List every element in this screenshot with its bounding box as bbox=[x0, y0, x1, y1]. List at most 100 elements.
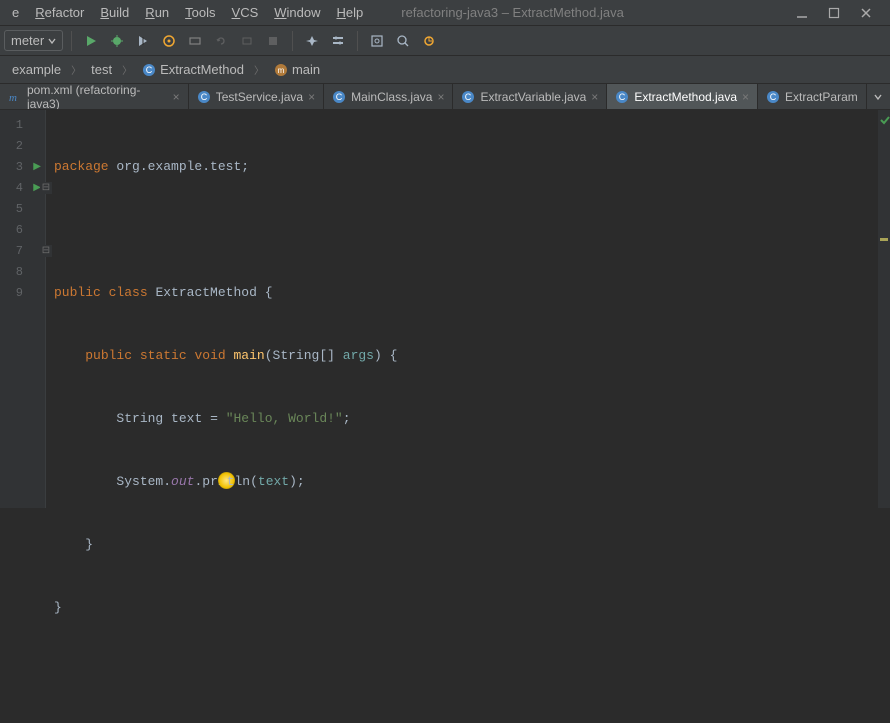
code-area[interactable]: package org.example.test; public class E… bbox=[46, 110, 878, 508]
window-controls bbox=[796, 7, 886, 19]
tab-mainclass[interactable]: C MainClass.java × bbox=[324, 84, 453, 109]
search-icon[interactable] bbox=[392, 30, 414, 52]
tab-testservice[interactable]: C TestService.java × bbox=[189, 84, 324, 109]
run-config-label: meter bbox=[11, 33, 44, 48]
code-line: } bbox=[54, 597, 878, 618]
class-icon: C bbox=[197, 90, 211, 104]
profile-button[interactable] bbox=[158, 30, 180, 52]
menu-refactor[interactable]: Refactor bbox=[27, 2, 92, 23]
menu-run[interactable]: Run bbox=[137, 2, 177, 23]
minimize-button[interactable] bbox=[796, 7, 808, 19]
menu-tools[interactable]: Tools bbox=[177, 2, 223, 23]
gutter-line: 4▶⊟ bbox=[0, 177, 45, 198]
svg-text:C: C bbox=[200, 92, 207, 102]
code-editor[interactable]: 1 2 3▶ 4▶⊟ 5 6 7⊟ 8 9 package org.exampl… bbox=[0, 110, 890, 508]
code-line: package org.example.test; bbox=[54, 156, 878, 177]
tab-pom[interactable]: m pom.xml (refactoring-java3) × bbox=[0, 84, 189, 109]
editor-tabs: m pom.xml (refactoring-java3) × C TestSe… bbox=[0, 84, 890, 110]
class-icon: C bbox=[142, 63, 156, 77]
svg-text:C: C bbox=[146, 65, 153, 75]
rerun-button[interactable] bbox=[210, 30, 232, 52]
code-line bbox=[54, 660, 878, 681]
close-icon[interactable]: × bbox=[437, 90, 444, 104]
menu-bar: e Refactor Build Run Tools VCS Window He… bbox=[0, 0, 890, 26]
breadcrumb-class[interactable]: C ExtractMethod bbox=[136, 60, 250, 79]
run-button[interactable] bbox=[80, 30, 102, 52]
code-line: System.out.pritln(text); bbox=[54, 471, 878, 492]
class-icon: C bbox=[461, 90, 475, 104]
close-button[interactable] bbox=[860, 7, 872, 19]
chevron-right-icon: 〉 bbox=[120, 62, 134, 77]
gutter-line: 9 bbox=[0, 282, 45, 303]
analysis-ok-icon bbox=[879, 114, 890, 126]
separator bbox=[292, 31, 293, 51]
maximize-button[interactable] bbox=[828, 7, 840, 19]
menu-build[interactable]: Build bbox=[92, 2, 137, 23]
gutter-line: 8 bbox=[0, 261, 45, 282]
gutter-line: 7⊟ bbox=[0, 240, 45, 261]
tab-extractvariable[interactable]: C ExtractVariable.java × bbox=[453, 84, 607, 109]
method-icon: m bbox=[274, 63, 288, 77]
breadcrumb-method[interactable]: m main bbox=[268, 60, 326, 79]
breadcrumb-label: main bbox=[292, 62, 320, 77]
code-line: String text = "Hello, World!"; bbox=[54, 408, 878, 429]
tab-label: ExtractVariable.java bbox=[480, 90, 586, 104]
svg-text:C: C bbox=[770, 92, 777, 102]
tab-extractmethod[interactable]: C ExtractMethod.java × bbox=[607, 84, 758, 109]
chevron-down-icon bbox=[48, 37, 56, 45]
updates-icon[interactable] bbox=[418, 30, 440, 52]
tab-label: TestService.java bbox=[216, 90, 303, 104]
attach-button[interactable] bbox=[184, 30, 206, 52]
run-config-selector[interactable]: meter bbox=[4, 30, 63, 51]
gutter-line: 2 bbox=[0, 135, 45, 156]
tab-label: ExtractParam bbox=[785, 90, 858, 104]
breadcrumb-label: test bbox=[91, 62, 112, 77]
svg-text:C: C bbox=[465, 92, 472, 102]
close-icon[interactable]: × bbox=[173, 90, 180, 104]
breadcrumb-test[interactable]: test bbox=[85, 60, 118, 79]
coverage-button[interactable] bbox=[132, 30, 154, 52]
code-line: public static void main(String[] args) { bbox=[54, 345, 878, 366]
run-gutter-icon[interactable]: ▶ bbox=[33, 161, 41, 173]
class-icon: C bbox=[766, 90, 780, 104]
gutter[interactable]: 1 2 3▶ 4▶⊟ 5 6 7⊟ 8 9 bbox=[0, 110, 46, 508]
tabs-overflow-button[interactable] bbox=[867, 84, 890, 109]
class-icon: C bbox=[332, 90, 346, 104]
close-icon[interactable]: × bbox=[591, 90, 598, 104]
breadcrumb-bar: example 〉 test 〉 C ExtractMethod 〉 m mai… bbox=[0, 56, 890, 84]
device-frame-icon[interactable] bbox=[366, 30, 388, 52]
code-line: public class ExtractMethod { bbox=[54, 282, 878, 303]
settings-icon[interactable] bbox=[327, 30, 349, 52]
gutter-line: 5 bbox=[0, 198, 45, 219]
tab-label: ExtractMethod.java bbox=[634, 90, 737, 104]
menu-window[interactable]: Window bbox=[266, 2, 328, 23]
class-icon: C bbox=[615, 90, 629, 104]
svg-text:m: m bbox=[278, 66, 285, 75]
maven-icon: m bbox=[8, 90, 22, 104]
svg-text:C: C bbox=[619, 92, 626, 102]
menu-vcs[interactable]: VCS bbox=[224, 2, 267, 23]
debug-button[interactable] bbox=[106, 30, 128, 52]
close-icon[interactable]: × bbox=[742, 90, 749, 104]
breadcrumb-example[interactable]: example bbox=[6, 60, 67, 79]
step-button[interactable] bbox=[236, 30, 258, 52]
code-line bbox=[54, 219, 878, 240]
tab-label: pom.xml (refactoring-java3) bbox=[27, 84, 168, 110]
breadcrumb-label: ExtractMethod bbox=[160, 62, 244, 77]
chevron-right-icon: 〉 bbox=[69, 62, 83, 77]
menu-truncated[interactable]: e bbox=[4, 2, 27, 23]
error-stripe[interactable] bbox=[878, 110, 890, 508]
gutter-line: 1 bbox=[0, 114, 45, 135]
separator bbox=[71, 31, 72, 51]
separator bbox=[357, 31, 358, 51]
svg-text:C: C bbox=[336, 92, 343, 102]
menu-help[interactable]: Help bbox=[329, 2, 372, 23]
close-icon[interactable]: × bbox=[308, 90, 315, 104]
svg-text:m: m bbox=[9, 92, 17, 104]
build-button[interactable] bbox=[301, 30, 323, 52]
stop-button[interactable] bbox=[262, 30, 284, 52]
chevron-right-icon: 〉 bbox=[252, 62, 266, 77]
stripe-marker[interactable] bbox=[880, 238, 888, 241]
tab-extractparam[interactable]: C ExtractParam bbox=[758, 84, 867, 109]
gutter-line: 6 bbox=[0, 219, 45, 240]
